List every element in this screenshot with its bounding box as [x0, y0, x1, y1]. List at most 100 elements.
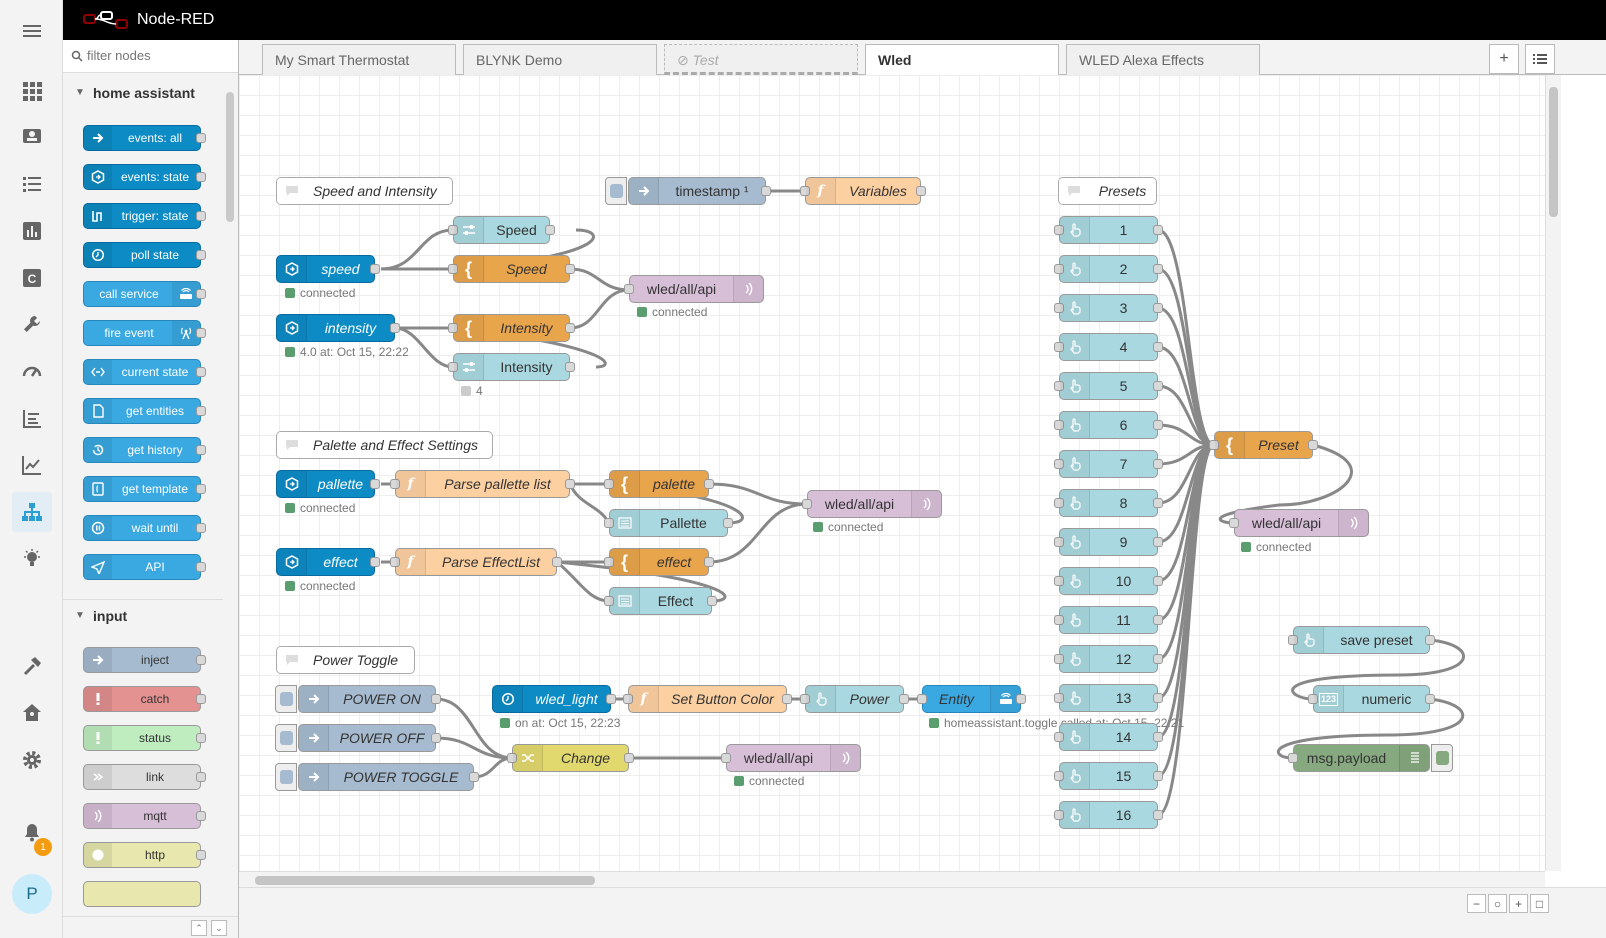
node-preset-4[interactable]: 4	[1054, 333, 1163, 361]
node-pallette-event[interactable]: pallette	[276, 470, 380, 498]
category-home-assistant[interactable]: ▼ home assistant	[63, 77, 223, 109]
palette-node-call-service[interactable]: call service	[83, 281, 206, 307]
contact-card-icon[interactable]	[12, 117, 52, 157]
expand-all-icon[interactable]: ⌄	[211, 920, 227, 936]
list-flows-icon[interactable]	[1525, 44, 1555, 74]
node-preset-16[interactable]: 16	[1054, 801, 1163, 829]
node-pallette-dropdown[interactable]: Pallette	[604, 509, 733, 537]
comment-palette-effect[interactable]: Palette and Effect Settings	[276, 431, 493, 459]
collapse-all-icon[interactable]: ⌃	[191, 920, 207, 936]
node-intensity-slider[interactable]: Intensity	[448, 353, 575, 381]
palette-node-get-entities[interactable]: get entities	[83, 398, 206, 424]
node-palette-template[interactable]: {palette	[604, 470, 714, 498]
home-assistant-icon[interactable]	[12, 693, 52, 733]
menu-icon[interactable]	[12, 11, 52, 51]
node-change[interactable]: Change	[507, 744, 634, 772]
wrench-icon[interactable]	[12, 304, 52, 344]
inject-button[interactable]	[605, 177, 627, 205]
node-entity[interactable]: Entity	[917, 685, 1026, 713]
node-numeric[interactable]: 123 numeric	[1308, 685, 1435, 713]
node-preset-7[interactable]: 7	[1054, 450, 1163, 478]
comment-power-toggle[interactable]: Power Toggle	[276, 646, 415, 674]
node-power-button[interactable]: Power	[800, 685, 909, 713]
comment-speed-intensity[interactable]: Speed and Intensity	[276, 177, 453, 205]
node-preset-2[interactable]: 2	[1054, 255, 1163, 283]
node-preset-9[interactable]: 9	[1054, 528, 1163, 556]
inject-button[interactable]	[275, 763, 297, 791]
workspace-vertical-scrollbar[interactable]	[1545, 75, 1561, 871]
gear-icon[interactable]	[12, 740, 52, 780]
flow-workspace[interactable]: Speed and Intensity Presets Palette and …	[239, 75, 1545, 871]
palette-node-events-all[interactable]: events: all	[83, 125, 206, 151]
zoom-out-icon[interactable]: −	[1467, 894, 1486, 913]
tab-wled-alexa-effects[interactable]: WLED Alexa Effects	[1066, 44, 1260, 75]
node-save-preset[interactable]: save preset	[1288, 626, 1435, 654]
lightbulb-icon[interactable]	[12, 539, 52, 579]
tab-test[interactable]: ⊘ Test	[664, 44, 858, 75]
node-variables[interactable]: f Variables	[800, 177, 926, 205]
palette-node-events-state[interactable]: events: state	[83, 164, 206, 190]
node-parse-pallette-list[interactable]: f Parse pallette list	[390, 470, 575, 498]
node-preset-11[interactable]: 11	[1054, 606, 1163, 634]
node-effect-template[interactable]: {effect	[604, 548, 714, 576]
workspace-horizontal-scrollbar[interactable]	[239, 871, 1545, 887]
inject-button[interactable]	[275, 724, 297, 752]
gauge-icon[interactable]	[12, 352, 52, 392]
palette-scrollbar[interactable]	[225, 80, 235, 920]
zoom-in-icon[interactable]: +	[1509, 894, 1528, 913]
palette-node-current-state[interactable]: current state	[83, 359, 206, 385]
config-c-icon[interactable]: C	[12, 258, 52, 298]
add-flow-icon[interactable]: +	[1489, 44, 1519, 74]
node-timestamp[interactable]: timestamp ¹	[605, 177, 771, 205]
node-preset-template[interactable]: {Preset	[1209, 431, 1318, 459]
palette-node-link[interactable]: link	[83, 764, 206, 790]
node-speed-template[interactable]: {Speed	[448, 255, 575, 283]
palette-node-status[interactable]: status	[83, 725, 206, 751]
palette-node-trigger-state[interactable]: trigger: state	[83, 203, 206, 229]
node-effect-dropdown[interactable]: Effect	[604, 587, 717, 615]
tab-wled[interactable]: Wled	[865, 44, 1059, 76]
navigator-map-icon[interactable]: □	[1530, 894, 1549, 913]
node-power-on[interactable]: POWER ON	[275, 685, 441, 713]
avatar[interactable]: P	[12, 874, 52, 914]
node-intensity-event[interactable]: intensity	[276, 314, 400, 342]
node-preset-13[interactable]: 13	[1054, 684, 1163, 712]
node-wled-light[interactable]: wled_light	[492, 685, 616, 713]
node-preset-8[interactable]: 8	[1054, 489, 1163, 517]
node-preset-5[interactable]: 5	[1054, 372, 1163, 400]
node-parse-effectlist[interactable]: f Parse EffectList	[390, 548, 562, 576]
node-preset-12[interactable]: 12	[1054, 645, 1163, 673]
outline-list-icon[interactable]	[12, 399, 52, 439]
debug-toggle-button[interactable]	[1431, 744, 1453, 772]
node-wled-api-3[interactable]: wled/all/api	[721, 744, 861, 772]
node-speed-event[interactable]: speed	[276, 255, 380, 283]
bar-chart-icon[interactable]	[12, 211, 52, 251]
node-speed-slider[interactable]: Speed	[448, 216, 555, 244]
palette-node-catch[interactable]: catch	[83, 686, 206, 712]
tab-blynk-demo[interactable]: BLYNK Demo	[463, 44, 657, 75]
palette-node-poll-state[interactable]: poll state	[83, 242, 206, 268]
node-preset-3[interactable]: 3	[1054, 294, 1163, 322]
list-icon[interactable]	[12, 164, 52, 204]
filter-nodes-input[interactable]	[85, 47, 233, 64]
palette-node-wait-until[interactable]: wait until	[83, 515, 206, 541]
node-effect-event[interactable]: effect	[276, 548, 380, 576]
node-wled-api-4[interactable]: wled/all/api	[1229, 509, 1369, 537]
line-chart-icon[interactable]	[12, 445, 52, 485]
node-preset-1[interactable]: 1	[1054, 216, 1163, 244]
palette-node-fire-event[interactable]: fire event	[83, 320, 206, 346]
node-preset-14[interactable]: 14	[1054, 723, 1163, 751]
palette-node-get-template[interactable]: get template	[83, 476, 206, 502]
node-preset-6[interactable]: 6	[1054, 411, 1163, 439]
palette-node-get-history[interactable]: get history	[83, 437, 206, 463]
flows-sitemap-icon[interactable]	[12, 492, 52, 532]
node-power-off[interactable]: POWER OFF	[275, 724, 441, 752]
node-preset-15[interactable]: 15	[1054, 762, 1163, 790]
comment-presets[interactable]: Presets	[1058, 177, 1157, 205]
palette-node-http[interactable]: http	[83, 842, 206, 868]
category-input[interactable]: ▼ input	[63, 599, 223, 631]
node-msg-payload[interactable]: msg.payload	[1288, 744, 1453, 772]
inject-button[interactable]	[275, 685, 297, 713]
node-wled-api-2[interactable]: wled/all/api	[802, 490, 942, 518]
node-power-toggle[interactable]: POWER TOGGLE	[275, 763, 479, 791]
